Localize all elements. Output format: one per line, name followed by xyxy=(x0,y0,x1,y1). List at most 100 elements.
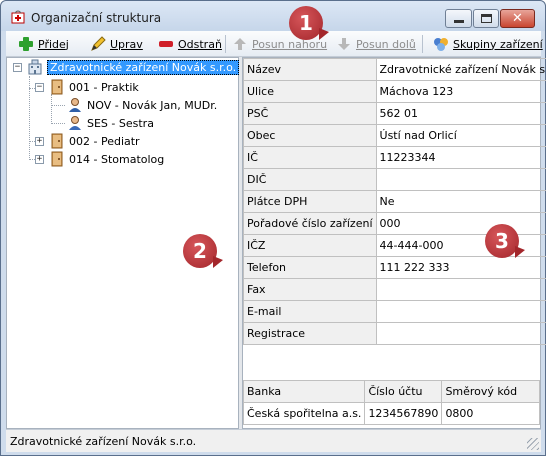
properties-panel[interactable]: NázevZdravotnické zařízení Novák s.r.o. … xyxy=(242,57,546,429)
tree-line xyxy=(51,123,65,124)
minimize-icon xyxy=(454,20,464,23)
resize-grip[interactable] xyxy=(527,438,539,450)
tree-line xyxy=(51,94,52,124)
client-area: Přidej Uprav Odstraň Posun nahoru Posun … xyxy=(6,31,546,452)
table-row[interactable]: Plátce DPH Ne xyxy=(243,190,546,213)
property-key: IČZ xyxy=(243,234,377,257)
property-key: E-mail xyxy=(243,300,377,323)
table-row[interactable]: Obec Ústí nad Orlicí xyxy=(243,124,546,147)
app-icon xyxy=(11,10,25,24)
callout-badge: 3 xyxy=(485,224,525,258)
table-row[interactable]: PSČ 562 01 xyxy=(243,102,546,125)
groups-icon xyxy=(434,38,448,51)
edit-label: Uprav xyxy=(110,37,143,51)
property-value xyxy=(375,300,546,323)
properties-table: NázevZdravotnické zařízení Novák s.r.o. … xyxy=(243,58,546,345)
property-key: Telefon xyxy=(243,256,377,279)
property-key: Fax xyxy=(243,278,377,301)
tree-node-label: NOV - Novák Jan, MUDr. xyxy=(87,98,218,112)
property-value xyxy=(375,322,546,345)
building-icon xyxy=(28,59,42,75)
table-row[interactable]: NázevZdravotnické zařízení Novák s.r.o. xyxy=(243,58,546,81)
tree-node-root[interactable]: Zdravotnické zařízení Novák s.r.o. xyxy=(27,59,240,75)
property-key: Název xyxy=(243,58,377,81)
property-key: Obec xyxy=(243,124,377,147)
remove-button[interactable]: Odstraň xyxy=(158,35,222,53)
property-value: 11223344 xyxy=(375,146,546,169)
property-key: Ulice xyxy=(243,80,377,103)
tree-node-label: 014 - Stomatolog xyxy=(69,152,165,166)
window-title: Organizační struktura xyxy=(31,11,162,25)
column-header[interactable]: Číslo účtu xyxy=(364,380,443,403)
arrow-up-icon xyxy=(234,38,246,50)
tree-node-department[interactable]: 014 - Stomatolog xyxy=(49,151,164,167)
main-window: Organizační struktura ✕ Přidej Uprav Ods… xyxy=(0,0,546,456)
callout-badge: 2 xyxy=(183,234,223,268)
property-value: Máchova 123 xyxy=(375,80,546,103)
move-up-label: Posun nahoru xyxy=(252,37,328,51)
organization-tree[interactable]: − Zdravotnické zařízení Novák s.r.o. − 0… xyxy=(6,57,240,429)
move-down-label: Posun dolů xyxy=(356,37,416,51)
door-icon xyxy=(51,133,63,149)
column-header[interactable]: Banka xyxy=(242,380,366,403)
maximize-button[interactable] xyxy=(473,9,499,28)
toolbar-separator xyxy=(225,35,226,53)
bank-cell: Česká spořitelna a.s. xyxy=(242,402,366,425)
property-key: PSČ xyxy=(243,102,377,125)
property-key: Registrace xyxy=(243,322,377,345)
expand-icon[interactable]: + xyxy=(35,155,44,164)
property-value: Zdravotnické zařízení Novák s.r.o. xyxy=(375,58,546,81)
move-down-button[interactable]: Posun dolů xyxy=(336,35,416,53)
property-key: Plátce DPH xyxy=(243,190,377,213)
collapse-icon[interactable]: − xyxy=(13,63,22,72)
property-value: Ústí nad Orlicí xyxy=(375,124,546,147)
property-value xyxy=(375,278,546,301)
table-row[interactable]: Fax xyxy=(243,278,546,301)
toolbar: Přidej Uprav Odstraň Posun nahoru Posun … xyxy=(6,31,543,57)
property-key: IČ xyxy=(243,146,377,169)
door-icon xyxy=(51,151,63,167)
remove-label: Odstraň xyxy=(178,37,222,51)
column-header[interactable]: Směrový kód xyxy=(441,380,540,403)
table-row[interactable]: DIČ xyxy=(243,168,546,191)
table-row[interactable]: Registrace xyxy=(243,322,546,345)
bank-accounts-table: Banka Číslo účtu Směrový kód Česká spoři… xyxy=(242,380,540,425)
tree-node-person[interactable]: SES - Sestra xyxy=(67,115,154,131)
property-value: 000 xyxy=(375,212,546,235)
table-header-row: Banka Číslo účtu Směrový kód xyxy=(242,380,540,403)
plus-icon xyxy=(19,37,33,51)
table-row[interactable]: IČ 11223344 xyxy=(243,146,546,169)
nurse-icon xyxy=(69,116,81,130)
tree-node-department[interactable]: 002 - Pediatr xyxy=(49,133,140,149)
table-row[interactable]: Česká spořitelna a.s. 1234567890 0800 xyxy=(242,402,540,425)
door-icon xyxy=(51,79,63,95)
device-groups-button[interactable]: Skupiny zařízení xyxy=(433,35,543,53)
minus-icon xyxy=(159,41,173,47)
toolbar-separator xyxy=(422,35,423,53)
tree-node-label: Zdravotnické zařízení Novák s.r.o. xyxy=(47,59,240,75)
close-icon: ✕ xyxy=(512,11,523,26)
maximize-icon xyxy=(481,14,492,23)
device-groups-label: Skupiny zařízení xyxy=(453,37,543,51)
add-label: Přidej xyxy=(38,37,69,51)
account-cell: 1234567890 xyxy=(364,402,443,425)
expand-icon[interactable]: + xyxy=(35,137,44,146)
collapse-icon[interactable]: − xyxy=(35,83,44,92)
title-bar[interactable]: Organizační struktura ✕ xyxy=(1,1,545,31)
doctor-icon xyxy=(69,98,81,112)
tree-node-department[interactable]: 001 - Praktik xyxy=(49,79,139,95)
table-row[interactable]: Ulice Máchova 123 xyxy=(243,80,546,103)
tree-node-label: 002 - Pediatr xyxy=(69,134,140,148)
tree-node-label: SES - Sestra xyxy=(87,116,154,130)
close-button[interactable]: ✕ xyxy=(500,9,535,28)
add-button[interactable]: Přidej xyxy=(18,35,69,53)
property-key: DIČ xyxy=(243,168,377,191)
tree-line xyxy=(51,105,65,106)
edit-button[interactable]: Uprav xyxy=(90,35,143,53)
minimize-button[interactable] xyxy=(445,9,472,28)
tree-node-person[interactable]: NOV - Novák Jan, MUDr. xyxy=(67,97,217,113)
table-row[interactable]: E-mail xyxy=(243,300,546,323)
table-row[interactable]: Telefon 111 222 333 xyxy=(243,256,546,279)
property-value: 562 01 xyxy=(375,102,546,125)
arrow-down-icon xyxy=(338,38,350,50)
